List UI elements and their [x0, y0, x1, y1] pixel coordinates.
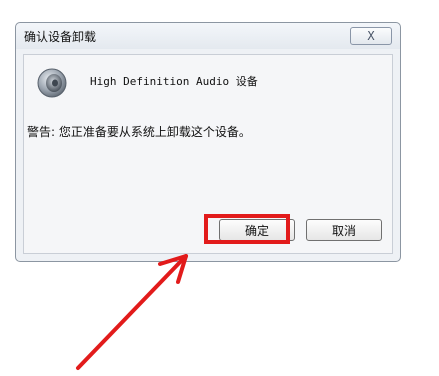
annotation-arrow — [76, 254, 188, 370]
